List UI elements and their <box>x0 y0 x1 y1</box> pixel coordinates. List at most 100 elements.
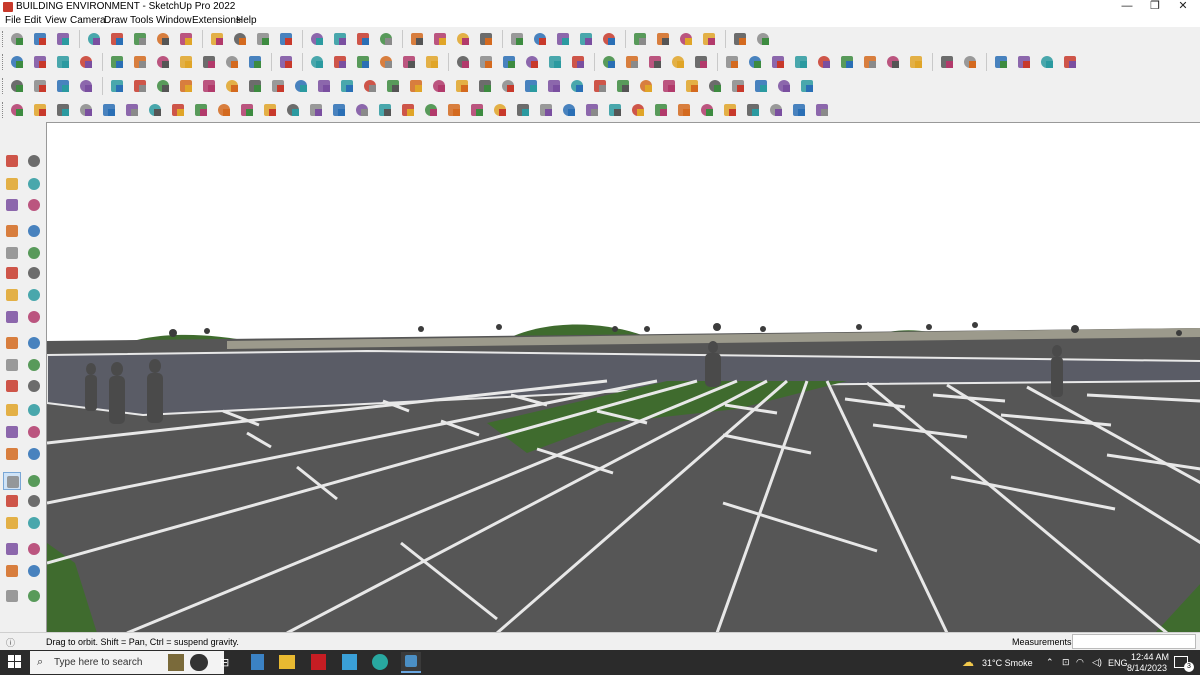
rectangle-icon[interactable] <box>131 30 149 48</box>
zoom-extents-icon[interactable] <box>3 472 21 490</box>
pyramid-icon[interactable] <box>246 77 264 95</box>
freehand-icon[interactable] <box>537 101 555 119</box>
bend-icon[interactable] <box>545 77 563 95</box>
flatten-icon[interactable] <box>721 101 739 119</box>
extension-icon[interactable] <box>1061 53 1079 71</box>
subtract-icon[interactable] <box>600 53 618 71</box>
outer-shell-icon[interactable] <box>523 53 541 71</box>
label-icon[interactable] <box>422 101 440 119</box>
measurements-input[interactable] <box>1072 634 1196 649</box>
right-view-icon[interactable] <box>108 53 126 71</box>
redo-icon[interactable] <box>754 30 772 48</box>
push-pull-icon[interactable] <box>25 334 43 352</box>
rotate-icon[interactable] <box>3 356 21 374</box>
house-icon[interactable] <box>354 53 372 71</box>
grid-icon[interactable] <box>813 101 831 119</box>
group-icon[interactable] <box>631 30 649 48</box>
monochrome-icon[interactable] <box>992 53 1010 71</box>
flatten-icon[interactable] <box>261 101 279 119</box>
dimension-icon[interactable] <box>376 101 394 119</box>
edge-icon[interactable] <box>372 654 388 670</box>
top-view-icon[interactable] <box>54 53 72 71</box>
layer-icon[interactable] <box>591 77 609 95</box>
line-icon[interactable] <box>31 101 49 119</box>
flip-edge-icon[interactable] <box>790 101 808 119</box>
split-icon[interactable] <box>646 53 664 71</box>
menu-help[interactable]: Help <box>236 14 257 27</box>
arrow-icon[interactable] <box>338 77 356 95</box>
material-icon[interactable] <box>54 77 72 95</box>
eraser-icon[interactable] <box>25 587 43 605</box>
offset-icon[interactable] <box>277 30 295 48</box>
shaded-icon[interactable] <box>938 53 956 71</box>
warehouse-icon[interactable] <box>1038 53 1056 71</box>
wireframe-icon[interactable] <box>223 53 241 71</box>
orbit-icon[interactable] <box>377 30 395 48</box>
shaded-icon[interactable] <box>277 53 295 71</box>
zoom-extents-icon[interactable] <box>454 30 472 48</box>
textured-icon[interactable] <box>961 53 979 71</box>
stamp-icon[interactable] <box>284 101 302 119</box>
axes-icon[interactable] <box>3 401 21 419</box>
menu-edit[interactable]: Edit <box>24 14 41 27</box>
shadow-icon[interactable] <box>423 53 441 71</box>
axes-icon[interactable] <box>654 30 672 48</box>
position-camera-icon[interactable] <box>577 30 595 48</box>
language-indicator[interactable]: ENG <box>1108 658 1128 668</box>
intersect-icon[interactable] <box>546 53 564 71</box>
polygon-icon[interactable] <box>25 264 43 282</box>
rectangle-icon[interactable] <box>3 244 21 262</box>
tape-measure-icon[interactable] <box>3 377 21 395</box>
sketchup-taskbar-icon[interactable] <box>401 652 421 673</box>
move-icon[interactable] <box>3 334 21 352</box>
freehand-icon[interactable] <box>77 101 95 119</box>
weld-icon[interactable] <box>215 101 233 119</box>
toolbar-grip[interactable] <box>2 102 5 118</box>
model-viewport[interactable] <box>46 122 1200 632</box>
windows-start-icon[interactable] <box>8 655 22 669</box>
surface-icon[interactable] <box>583 101 601 119</box>
paint-bucket-icon[interactable] <box>3 175 21 193</box>
close-button[interactable]: ✕ <box>1166 0 1200 14</box>
follow-me-icon[interactable] <box>25 308 43 326</box>
back-view-icon[interactable] <box>792 53 810 71</box>
menu-window[interactable]: Window <box>156 14 192 27</box>
undo-icon[interactable] <box>731 30 749 48</box>
leader-icon[interactable] <box>445 101 463 119</box>
prism-icon[interactable] <box>269 77 287 95</box>
pie-icon[interactable] <box>25 286 43 304</box>
explode-icon[interactable] <box>238 101 256 119</box>
position-camera-icon[interactable] <box>25 514 43 532</box>
component-icon[interactable] <box>3 196 21 214</box>
tag-icon[interactable] <box>31 77 49 95</box>
chevron-up-icon[interactable]: ⌃ <box>1046 657 1054 668</box>
cylinder-icon[interactable] <box>154 77 172 95</box>
sandbox-icon[interactable] <box>508 30 526 48</box>
drape-icon[interactable] <box>767 101 785 119</box>
xray-icon[interactable] <box>861 53 879 71</box>
union-icon[interactable] <box>569 53 587 71</box>
weld-icon[interactable] <box>675 101 693 119</box>
bottom-view-icon[interactable] <box>838 53 856 71</box>
monochrome-icon[interactable] <box>331 53 349 71</box>
select-icon[interactable] <box>3 562 21 580</box>
loft-icon[interactable] <box>476 77 494 95</box>
edge-style-icon[interactable] <box>477 53 495 71</box>
cone-icon[interactable] <box>200 77 218 95</box>
select-icon[interactable] <box>3 152 21 170</box>
taskbar-search[interactable]: ⌕ Type here to search <box>30 651 224 674</box>
orbit-icon[interactable] <box>25 562 43 580</box>
eraser-icon[interactable] <box>54 30 72 48</box>
pan-icon[interactable] <box>408 30 426 48</box>
pan-icon[interactable] <box>25 423 43 441</box>
polyline-icon[interactable] <box>54 101 72 119</box>
left-view-icon[interactable] <box>815 53 833 71</box>
zoom-window-icon[interactable] <box>431 30 449 48</box>
footprints-icon[interactable] <box>3 514 21 532</box>
circle-icon[interactable] <box>3 264 21 282</box>
solid-tools-icon[interactable] <box>677 30 695 48</box>
zoom-icon[interactable] <box>8 30 26 48</box>
help-icon[interactable]: ⓘ <box>6 636 15 649</box>
text-icon[interactable] <box>331 30 349 48</box>
offset-icon[interactable] <box>3 308 21 326</box>
